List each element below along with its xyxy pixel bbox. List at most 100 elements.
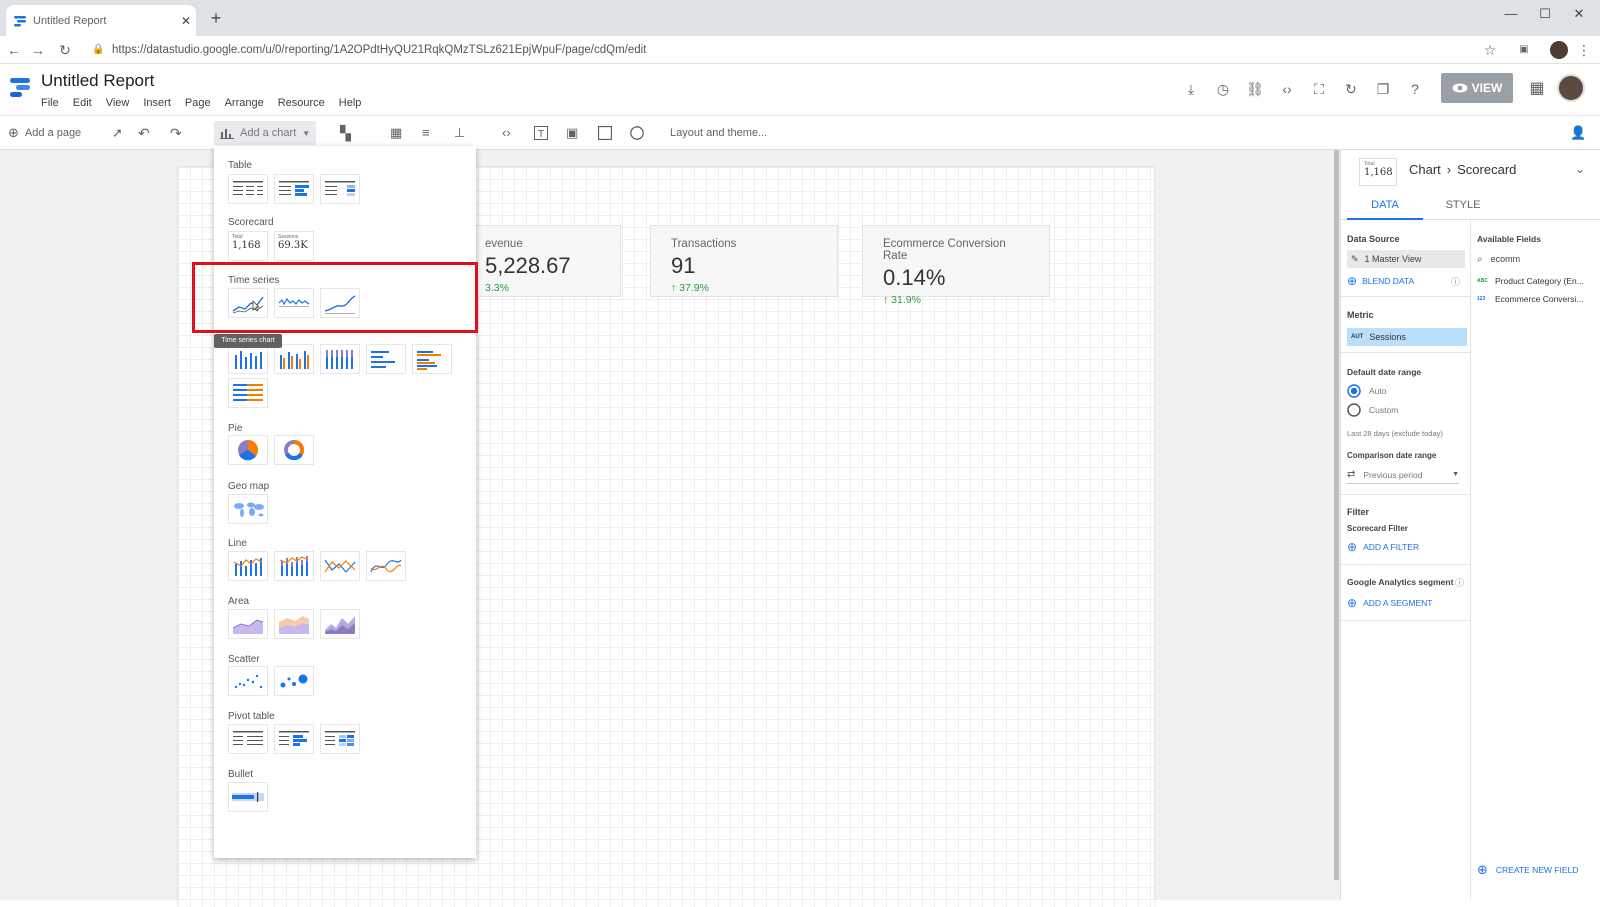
help-circle-icon[interactable]: ⓘ (1451, 275, 1460, 288)
maximize-icon[interactable]: ☐ (1528, 4, 1562, 24)
close-tab-icon[interactable]: ✕ (176, 14, 196, 28)
pivot-table-with-bars-option[interactable] (274, 724, 314, 754)
link-icon[interactable]: ⛓ (1244, 78, 1266, 100)
menu-edit[interactable]: Edit (73, 97, 92, 109)
scorecard-revenue[interactable]: evenue 5,228.67 3.3% (464, 225, 621, 297)
date-range-icon[interactable]: ▦ (390, 122, 402, 144)
history-icon[interactable]: ◷ (1212, 78, 1234, 100)
comparison-date-select[interactable]: ⇄ Previous period ▼ (1347, 466, 1459, 484)
stacked-combo-chart-option[interactable] (274, 551, 314, 581)
field-search-input[interactable]: ⌕ ecomm (1477, 250, 1595, 268)
new-tab-button[interactable]: + (206, 8, 226, 28)
browser-menu-icon[interactable]: ⋮ (1574, 40, 1594, 60)
stacked-bar-chart-option[interactable] (228, 378, 268, 408)
percent-area-chart-option[interactable] (320, 609, 360, 639)
grouped-column-chart-option[interactable] (274, 344, 314, 374)
bubble-chart-option[interactable] (274, 666, 314, 696)
create-new-field-button[interactable]: ⊕ CREATE NEW FIELD (1477, 862, 1578, 878)
line-chart-option[interactable] (320, 551, 360, 581)
add-segment-button[interactable]: ⊕ ADD A SEGMENT (1347, 596, 1433, 610)
url-embed-icon[interactable]: ‹› (502, 122, 511, 144)
blend-data-button[interactable]: ⊕ BLEND DATA (1347, 274, 1414, 288)
menu-page[interactable]: Page (185, 97, 211, 109)
menu-arrange[interactable]: Arrange (225, 97, 264, 109)
add-filter-button[interactable]: ⊕ ADD A FILTER (1347, 540, 1419, 554)
menu-insert[interactable]: Insert (143, 97, 171, 109)
date-auto-radio[interactable]: Auto (1347, 384, 1387, 398)
refresh-data-icon[interactable]: ↻ (1340, 78, 1362, 100)
minimize-icon[interactable]: — (1494, 4, 1528, 24)
browser-tab[interactable]: Untitled Report ✕ (6, 5, 196, 36)
report-title[interactable]: Untitled Report (41, 71, 154, 91)
donut-chart-option[interactable] (274, 435, 314, 465)
share-person-icon[interactable]: 👤 (1570, 122, 1586, 144)
user-avatar[interactable] (1557, 74, 1585, 102)
close-window-icon[interactable]: ✕ (1562, 4, 1596, 24)
reload-icon[interactable]: ↻ (55, 40, 75, 60)
select-pointer-icon[interactable]: ➚ (112, 122, 123, 144)
area-chart-option[interactable] (228, 609, 268, 639)
stacked-column-chart-option[interactable] (320, 344, 360, 374)
embed-code-icon[interactable]: ‹› (1276, 78, 1298, 100)
text-box-icon[interactable]: T (534, 122, 548, 144)
menu-file[interactable]: File (41, 97, 59, 109)
scorecard-transactions[interactable]: Transactions 91 ↑ 37.9% (650, 225, 838, 297)
column-chart-option[interactable] (228, 344, 268, 374)
community-viz-icon[interactable]: ▚ (340, 122, 351, 144)
stacked-area-chart-option[interactable] (274, 609, 314, 639)
data-control-icon[interactable]: ⊥ (454, 122, 465, 144)
menu-help[interactable]: Help (339, 97, 362, 109)
scorecard-conversion-rate[interactable]: Ecommerce Conversion Rate 0.14% ↑ 31.9% (862, 225, 1050, 306)
scatter-chart-option[interactable] (228, 666, 268, 696)
profile-avatar[interactable] (1550, 41, 1568, 59)
field-item[interactable]: 123 Ecommerce Conversi... (1477, 294, 1583, 304)
grouped-bar-chart-option[interactable] (412, 344, 452, 374)
menu-view[interactable]: View (106, 97, 130, 109)
table-with-bars-option[interactable] (274, 174, 314, 204)
table-chart-option[interactable] (228, 174, 268, 204)
geo-map-option[interactable] (228, 494, 268, 524)
tab-data[interactable]: DATA (1347, 194, 1423, 220)
bookmark-star-icon[interactable]: ☆ (1480, 40, 1500, 60)
scorecard-compact-option[interactable]: Sessions 69.3K (274, 231, 314, 261)
scorecard-option[interactable]: Total 1,168 (228, 231, 268, 261)
fullscreen-icon[interactable]: ⛶ (1308, 78, 1330, 100)
menu-resource[interactable]: Resource (278, 97, 325, 109)
smoothed-line-chart-option[interactable] (366, 551, 406, 581)
forward-icon[interactable]: → (28, 40, 48, 60)
back-icon[interactable]: ← (4, 40, 24, 60)
combo-chart-option[interactable] (228, 551, 268, 581)
download-icon[interactable]: ⤓ (1180, 78, 1202, 100)
url-field[interactable]: 🔒 https://datastudio.google.com/u/0/repo… (92, 40, 1472, 60)
image-icon[interactable]: ▣ (566, 122, 578, 144)
copy-report-icon[interactable]: ❐ (1372, 78, 1394, 100)
datastudio-logo-icon[interactable] (8, 75, 32, 99)
apps-grid-icon[interactable]: ▦ (1526, 78, 1548, 100)
data-source-field[interactable]: ✎ 1 Master View (1347, 250, 1465, 268)
chart-type-breadcrumb[interactable]: Chart › Scorecard (1409, 162, 1516, 177)
pivot-table-option[interactable] (228, 724, 268, 754)
add-chart-button[interactable]: Add a chart ▼ (214, 121, 316, 145)
extension-icon[interactable]: ▣ (1514, 40, 1534, 60)
date-custom-radio[interactable]: Custom (1347, 403, 1398, 417)
field-item[interactable]: ABC Product Category (En... (1477, 276, 1584, 286)
table-heatmap-option[interactable] (320, 174, 360, 204)
pie-chart-option[interactable] (228, 435, 268, 465)
canvas-scrollbar[interactable] (1334, 150, 1339, 880)
view-button[interactable]: VIEW (1441, 73, 1513, 103)
chevron-down-icon[interactable]: ⌄ (1575, 162, 1585, 176)
help-circle-icon[interactable]: ⓘ (1455, 576, 1464, 589)
tab-style[interactable]: STYLE (1425, 194, 1501, 220)
pivot-table-heatmap-option[interactable] (320, 724, 360, 754)
bullet-chart-option[interactable] (228, 782, 268, 812)
help-icon[interactable]: ? (1404, 78, 1426, 100)
redo-icon[interactable]: ↷ (170, 122, 182, 144)
add-page-button[interactable]: ⊕ Add a page (8, 122, 81, 144)
metric-chip[interactable]: AUT Sessions (1347, 328, 1467, 346)
filter-control-icon[interactable]: ≡ (422, 122, 430, 144)
bar-chart-option[interactable] (366, 344, 406, 374)
rectangle-icon[interactable] (598, 122, 612, 144)
undo-icon[interactable]: ↶ (138, 122, 150, 144)
layout-theme-button[interactable]: Layout and theme... (670, 122, 767, 144)
circle-icon[interactable] (630, 122, 644, 144)
